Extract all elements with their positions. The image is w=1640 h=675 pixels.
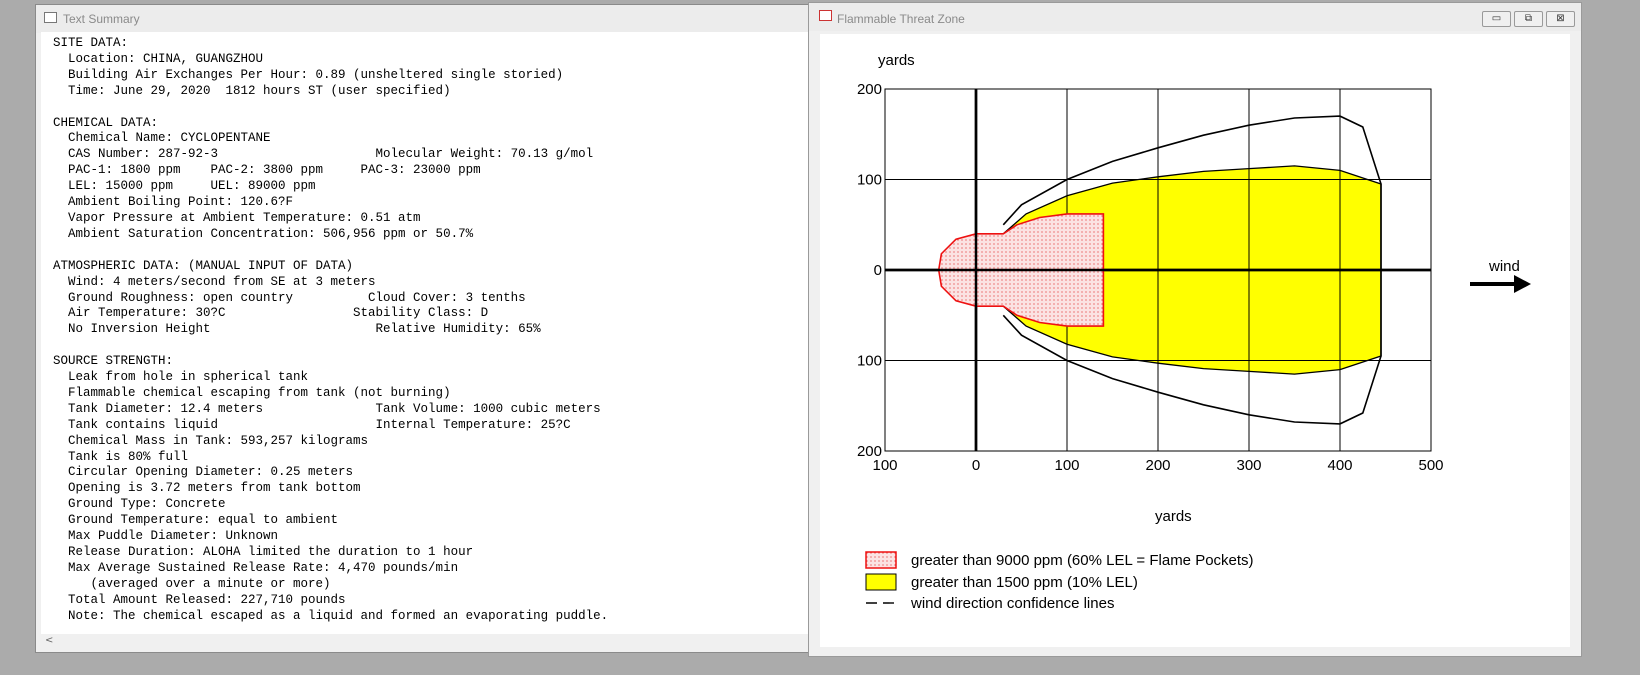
- legend-label-confidence: wind direction confidence lines: [911, 595, 1115, 612]
- summary-line: Air Temperature: 30?C Stability Class: D: [53, 306, 489, 321]
- y-tick-label: 100: [857, 353, 882, 370]
- summary-line: Chemical Name: CYCLOPENTANE: [53, 131, 271, 146]
- summary-line: Time: June 29, 2020 1812 hours ST (user …: [53, 83, 451, 98]
- legend-label-lel: greater than 1500 ppm (10% LEL): [911, 574, 1138, 591]
- summary-line: Ambient Saturation Concentration: 506,95…: [53, 226, 474, 241]
- summary-line: Vapor Pressure at Ambient Temperature: 0…: [53, 210, 421, 225]
- restore-button[interactable]: ⧉: [1514, 11, 1543, 27]
- summary-line: (averaged over a minute or more): [53, 576, 331, 591]
- summary-line: PAC-1: 1800 ppm PAC-2: 3800 ppm PAC-3: 2…: [53, 163, 481, 178]
- summary-line: Ground Roughness: open country Cloud Cov…: [53, 290, 526, 305]
- minimize-button[interactable]: ▭: [1482, 11, 1511, 27]
- scroll-left-arrow[interactable]: <: [45, 635, 53, 646]
- x-tick-label: 200: [1145, 457, 1170, 474]
- summary-line: SOURCE STRENGTH:: [53, 354, 174, 369]
- y-tick-label: 200: [857, 81, 882, 98]
- threat-zone-chart: yards yards 100 0 100 200 300 400 500200100010…: [857, 52, 1531, 525]
- wind-arrow-icon: [1514, 275, 1531, 293]
- text-window-icon: [44, 12, 57, 23]
- legend-swatch-flame-pockets: [865, 551, 897, 569]
- legend-label-flame-pockets: greater than 9000 ppm (60% LEL = Flame P…: [911, 552, 1254, 569]
- summary-line: CHEMICAL DATA:: [53, 115, 159, 130]
- summary-line: Location: CHINA, GUANGZHOU: [53, 51, 264, 66]
- summary-line: Flammable chemical escaping from tank (n…: [53, 385, 451, 400]
- threat-zone-title: Flammable Threat Zone: [837, 12, 965, 26]
- y-tick-label: 0: [874, 262, 882, 279]
- summary-line: Ground Temperature: equal to ambient: [53, 513, 339, 528]
- summary-line: No Inversion Height Relative Humidity: 6…: [53, 322, 541, 337]
- legend-swatch-lel: [865, 573, 897, 591]
- summary-line: Note: The chemical escaped as a liquid a…: [53, 608, 609, 623]
- threat-zone-window[interactable]: Flammable Threat Zone ▭ ⧉ ⊠ yards yards …: [808, 2, 1582, 657]
- summary-line: Tank Diameter: 12.4 meters Tank Volume: …: [53, 401, 601, 416]
- summary-line: ATMOSPHERIC DATA: (MANUAL INPUT OF DATA): [53, 258, 354, 273]
- summary-text: SITE DATA: Location: CHINA, GUANGZHOU Bu…: [41, 32, 809, 625]
- text-summary-title: Text Summary: [63, 12, 140, 26]
- summary-line: Circular Opening Diameter: 0.25 meters: [53, 465, 354, 480]
- y-axis-unit-label: yards: [878, 52, 915, 69]
- summary-line: Opening is 3.72 meters from tank bottom: [53, 481, 361, 496]
- summary-line: SITE DATA:: [53, 36, 129, 50]
- summary-line: Building Air Exchanges Per Hour: 0.89 (u…: [53, 67, 564, 82]
- horizontal-scrollbar[interactable]: < >: [41, 634, 1519, 649]
- x-tick-label: 300: [1236, 457, 1261, 474]
- summary-line: Chemical Mass in Tank: 593,257 kilograms: [53, 433, 369, 448]
- x-tick-label: 400: [1327, 457, 1352, 474]
- summary-line: Max Puddle Diameter: Unknown: [53, 529, 279, 544]
- summary-line: Ground Type: Concrete: [53, 497, 226, 512]
- y-tick-label: 200: [857, 443, 882, 460]
- y-tick-label: 100: [857, 172, 882, 189]
- summary-line: Leak from hole in spherical tank: [53, 370, 309, 385]
- summary-line: Wind: 4 meters/second from SE at 3 meter…: [53, 274, 376, 289]
- summary-line: Total Amount Released: 227,710 pounds: [53, 592, 346, 607]
- close-button[interactable]: ⊠: [1546, 11, 1575, 27]
- wind-label: wind: [1488, 258, 1520, 275]
- legend-swatch-confidence: [866, 602, 896, 604]
- summary-line: Release Duration: ALOHA limited the dura…: [53, 545, 474, 559]
- summary-line: Tank contains liquid Internal Temperatur…: [53, 417, 571, 432]
- threat-zone-plot-area: yards yards 100 0 100 200 300 400 500 200 100 0 10…: [820, 34, 1570, 647]
- summary-line: Tank is 80% full: [53, 449, 189, 464]
- summary-line: Ambient Boiling Point: 120.6?F: [53, 195, 294, 210]
- summary-line: Max Average Sustained Release Rate: 4,47…: [53, 560, 459, 575]
- text-summary-content[interactable]: SITE DATA: Location: CHINA, GUANGZHOU Bu…: [41, 32, 809, 634]
- x-tick-label: 0: [972, 457, 980, 474]
- x-tick-label: 500: [1418, 457, 1443, 474]
- threat-window-icon: [819, 10, 832, 21]
- threat-zone-titlebar[interactable]: Flammable Threat Zone ▭ ⧉ ⊠: [809, 3, 1581, 31]
- summary-line: LEL: 15000 ppm UEL: 89000 ppm: [53, 179, 316, 194]
- x-axis-unit-label: yards: [1155, 508, 1192, 525]
- x-tick-label: 100: [1054, 457, 1079, 474]
- summary-line: CAS Number: 287-92-3 Molecular Weight: 7…: [53, 147, 594, 162]
